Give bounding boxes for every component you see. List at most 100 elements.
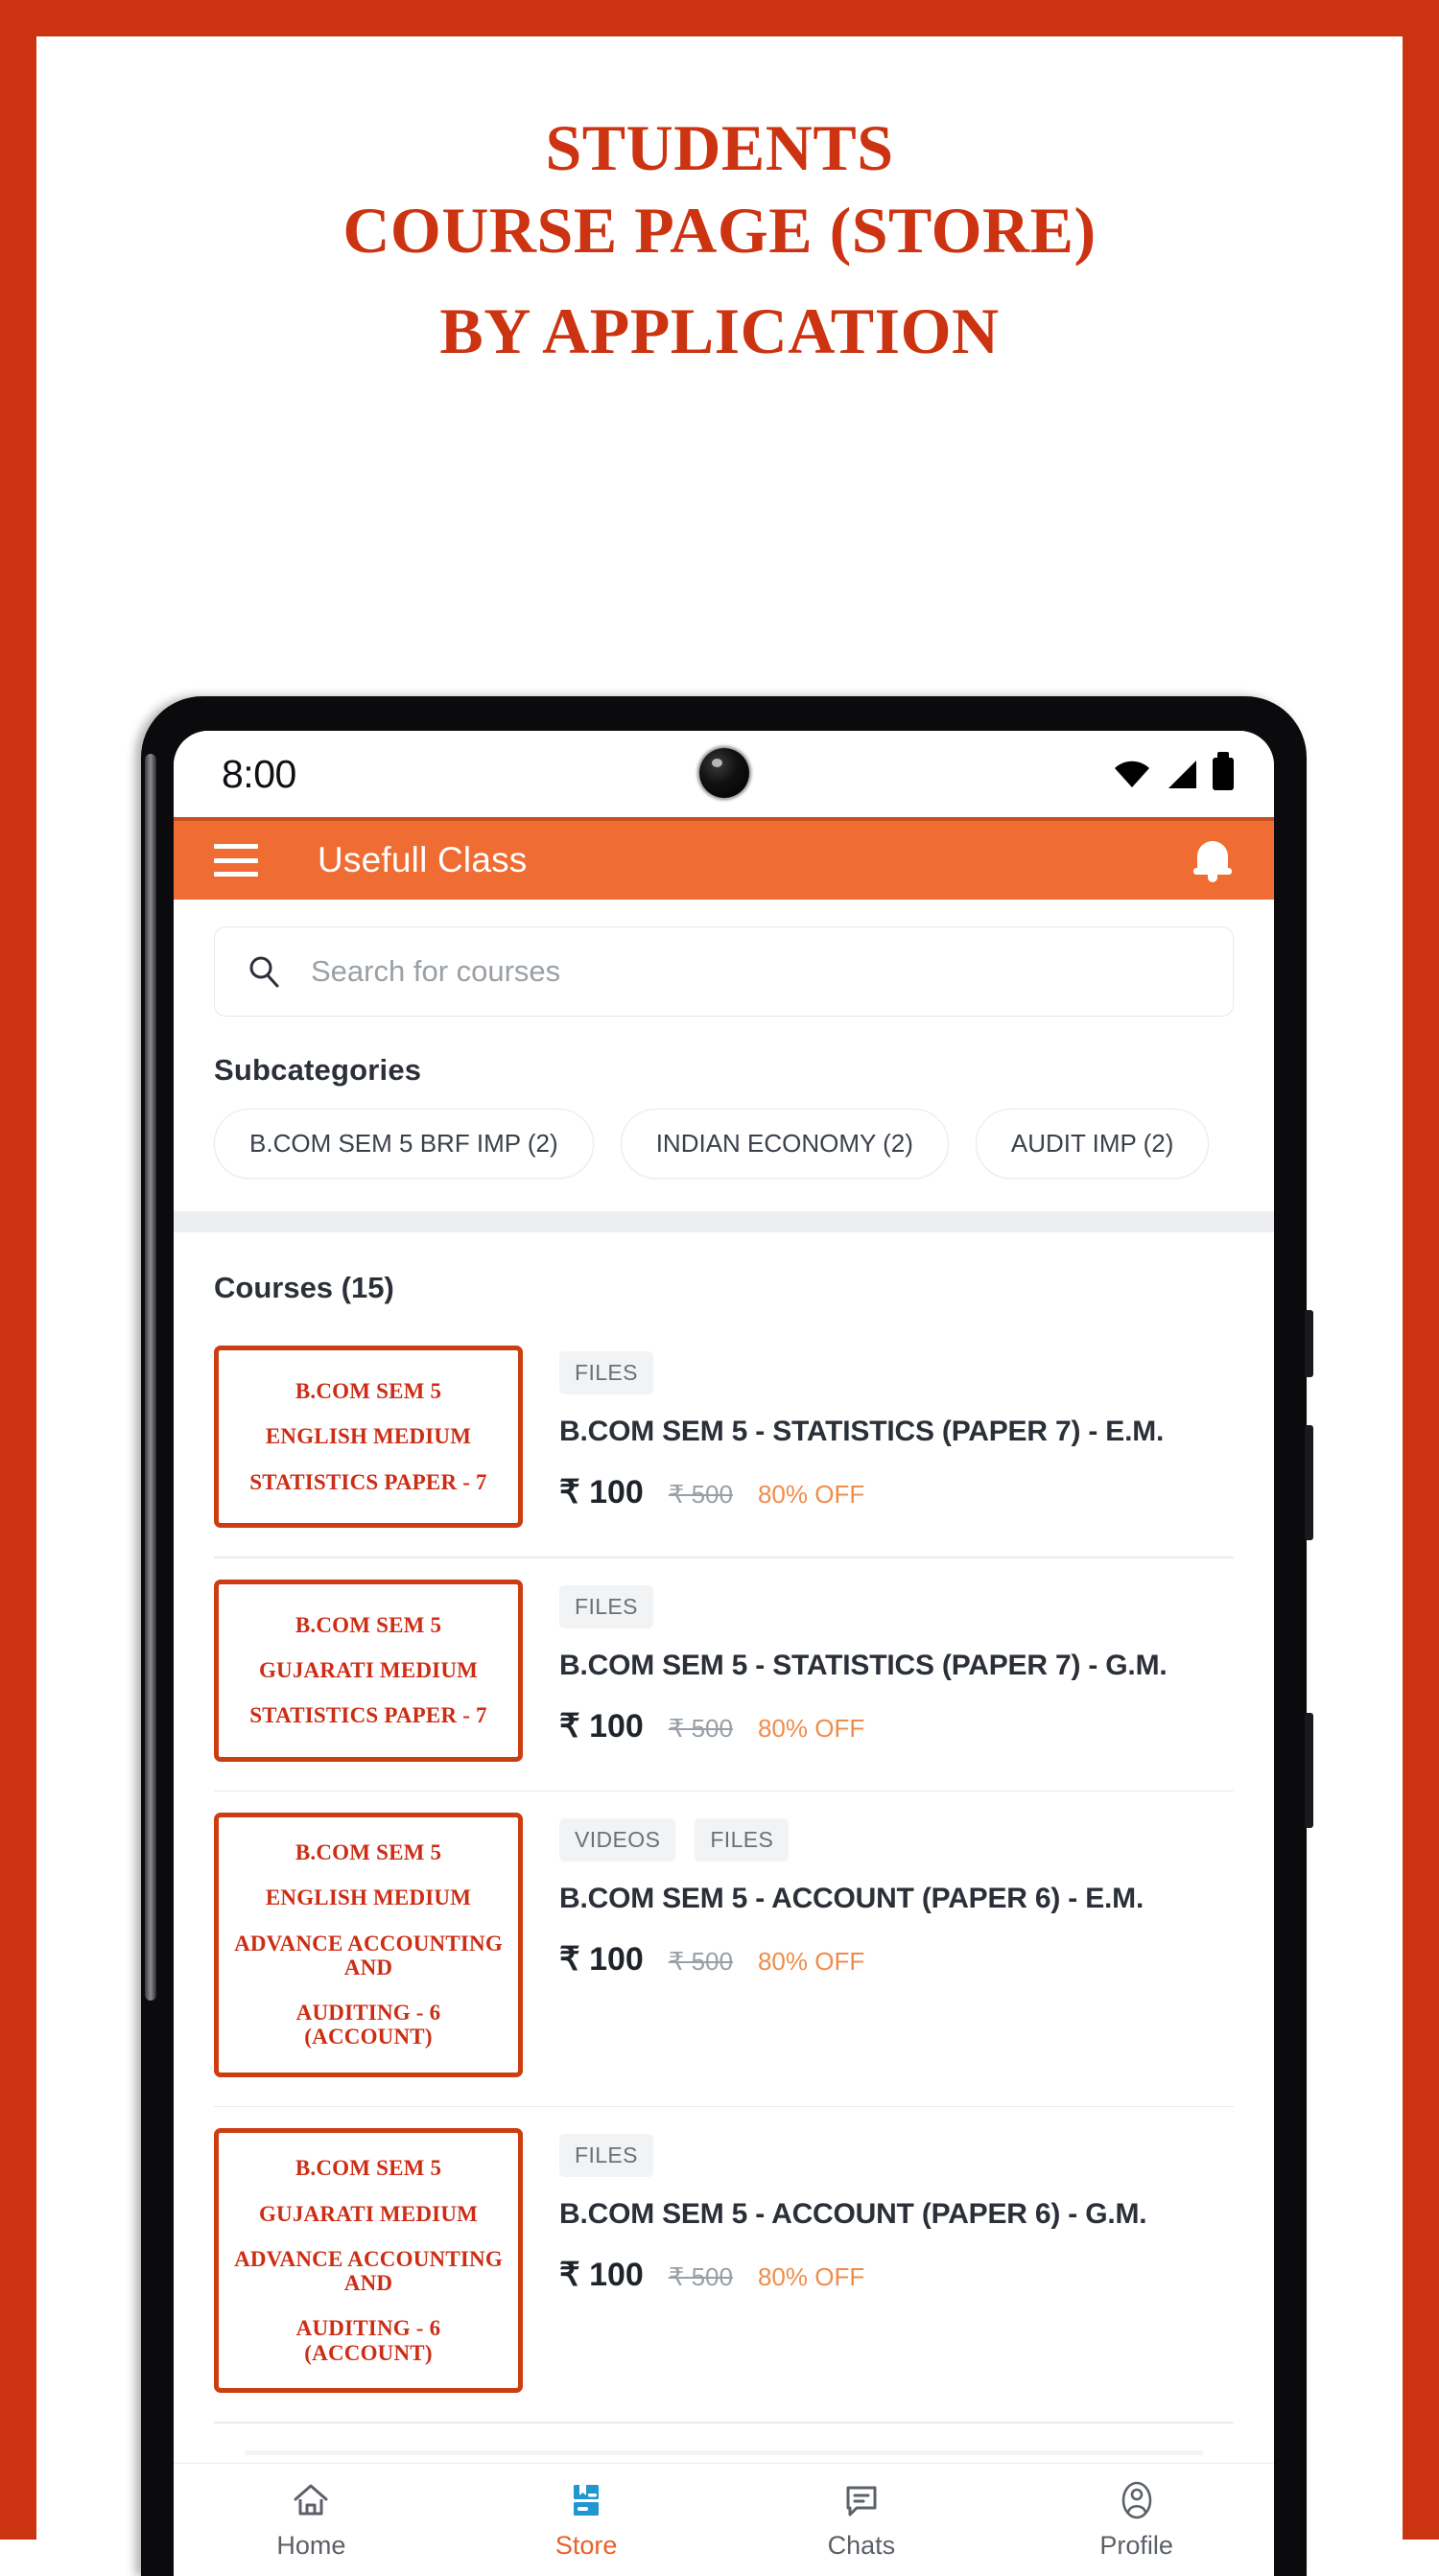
nav-item-chats[interactable]: Chats <box>724 2464 1000 2576</box>
course-info: FILES B.COM SEM 5 - STATISTICS (PAPER 7)… <box>523 1346 1234 1528</box>
promo-line-3: BY APPLICATION <box>439 294 1000 368</box>
course-list-item[interactable]: B.COM SEM 5 ENGLISH MEDIUM ADVANCE ACCOU… <box>174 1791 1274 2077</box>
course-info: VIDEOS FILES B.COM SEM 5 - ACCOUNT (PAPE… <box>523 1813 1234 2077</box>
bottom-navigation-bar: Home Store Chats Profile <box>174 2450 1274 2576</box>
promo-line-2: COURSE PAGE (STORE) <box>342 194 1097 267</box>
course-price: ₹ 100 <box>559 1474 644 1510</box>
phone-button-top <box>1305 1310 1313 1377</box>
search-input-placeholder[interactable]: Search for courses <box>311 954 560 989</box>
subcategory-chip-list[interactable]: B.COM SEM 5 BRF IMP (2) INDIAN ECONOMY (… <box>174 1109 1274 1179</box>
course-list-item[interactable]: B.COM SEM 5 GUJARATI MEDIUM ADVANCE ACCO… <box>174 2107 1274 2394</box>
thumb-line: AUDITING - 6 (ACCOUNT) <box>295 2001 441 2049</box>
thumb-line: STATISTICS PAPER - 7 <box>249 1469 487 1494</box>
course-badges: FILES <box>559 1584 1234 1628</box>
list-divider <box>214 2422 1234 2424</box>
course-list-item[interactable]: B.COM SEM 5 ENGLISH MEDIUM STATISTICS PA… <box>174 1324 1274 1528</box>
nav-item-store[interactable]: Store <box>449 2464 724 2576</box>
course-price: ₹ 100 <box>559 1941 644 1978</box>
course-badges: VIDEOS FILES <box>559 1818 1234 1862</box>
content-type-badge: VIDEOS <box>559 1818 676 1862</box>
course-list-item[interactable]: B.COM SEM 5 GUJARATI MEDIUM STATISTICS P… <box>174 1558 1274 1762</box>
phone-volume-button <box>1305 1713 1313 1828</box>
course-info: FILES B.COM SEM 5 - STATISTICS (PAPER 7)… <box>523 1580 1234 1762</box>
home-icon <box>294 2484 328 2516</box>
subcategory-chip[interactable]: AUDIT IMP (2) <box>975 1109 1210 1179</box>
front-camera-punchhole <box>698 748 749 798</box>
price-row: ₹ 100 ₹ 500 80% OFF <box>559 1473 1234 1511</box>
thumb-line: B.COM SEM 5 <box>295 1840 442 1864</box>
course-thumbnail: B.COM SEM 5 ENGLISH MEDIUM STATISTICS PA… <box>214 1346 523 1528</box>
chat-bubble-icon <box>846 2486 877 2517</box>
search-bar[interactable]: Search for courses <box>214 926 1234 1017</box>
course-badges: FILES <box>559 2134 1234 2178</box>
subcategory-chip[interactable]: INDIAN ECONOMY (2) <box>620 1109 949 1179</box>
course-original-price: ₹ 500 <box>668 2262 733 2292</box>
course-thumbnail: B.COM SEM 5 GUJARATI MEDIUM STATISTICS P… <box>214 1579 523 1762</box>
course-title: B.COM SEM 5 - ACCOUNT (PAPER 6) - E.M. <box>559 1883 1144 1914</box>
nav-item-home[interactable]: Home <box>174 2464 449 2576</box>
price-row: ₹ 100 ₹ 500 80% OFF <box>559 1707 1234 1745</box>
wifi-icon <box>1115 761 1149 787</box>
course-badges: FILES <box>559 1351 1234 1394</box>
store-books-icon <box>574 2485 600 2516</box>
thumb-line: ADVANCE ACCOUNTING AND <box>234 1931 503 1979</box>
courses-header: Courses (15) <box>214 1271 394 1304</box>
phone-device-mockup: 8:00 Usefull Class Search for courses Su… <box>141 696 1313 2576</box>
thumb-line: STATISTICS PAPER - 7 <box>249 1703 487 1728</box>
search-icon <box>249 956 279 988</box>
course-original-price: ₹ 500 <box>668 1480 733 1509</box>
nav-label: Store <box>554 2531 618 2560</box>
course-thumbnail: B.COM SEM 5 GUJARATI MEDIUM ADVANCE ACCO… <box>214 2128 523 2394</box>
nav-label: Home <box>276 2531 346 2560</box>
content-type-badge: FILES <box>559 1584 653 1628</box>
battery-icon <box>1213 752 1234 790</box>
promo-line-1: STUDENTS <box>545 111 894 184</box>
app-title: Usefull Class <box>318 840 528 879</box>
hamburger-menu-icon[interactable] <box>214 844 258 877</box>
course-original-price: ₹ 500 <box>668 1947 733 1976</box>
status-bar: 8:00 <box>174 731 1274 817</box>
bell-icon[interactable] <box>1193 839 1232 882</box>
subcategory-chip[interactable]: B.COM SEM 5 BRF IMP (2) <box>214 1109 594 1179</box>
status-time: 8:00 <box>222 751 296 796</box>
course-title: B.COM SEM 5 - STATISTICS (PAPER 7) - E.M… <box>559 1416 1165 1447</box>
course-price: ₹ 100 <box>559 1707 644 1745</box>
thumb-line: B.COM SEM 5 <box>295 1612 442 1637</box>
thumb-line: ADVANCE ACCOUNTING AND <box>234 2246 503 2296</box>
course-title: B.COM SEM 5 - ACCOUNT (PAPER 6) - G.M. <box>559 2198 1147 2231</box>
thumb-line: ENGLISH MEDIUM <box>265 1885 472 1910</box>
nav-label: Chats <box>827 2531 896 2560</box>
thumb-line: B.COM SEM 5 <box>295 1379 442 1404</box>
phone-side-edge <box>145 754 156 2001</box>
course-thumbnail: B.COM SEM 5 ENGLISH MEDIUM ADVANCE ACCOU… <box>214 1813 523 2077</box>
app-bar: Usefull Class <box>174 817 1274 900</box>
section-divider-band <box>174 1211 1274 1232</box>
course-discount: 80% OFF <box>757 1713 865 1743</box>
thumb-line: B.COM SEM 5 <box>295 2156 442 2181</box>
price-row: ₹ 100 ₹ 500 80% OFF <box>559 2256 1234 2294</box>
thumb-line: AUDITING - 6 (ACCOUNT) <box>295 2316 441 2365</box>
course-discount: 80% OFF <box>757 1480 865 1509</box>
course-discount: 80% OFF <box>757 2262 865 2292</box>
content-type-badge: FILES <box>695 1818 790 1862</box>
course-info: FILES B.COM SEM 5 - ACCOUNT (PAPER 6) - … <box>523 2128 1234 2393</box>
scroll-handle <box>244 2450 1204 2455</box>
thumb-line: ENGLISH MEDIUM <box>265 1424 472 1449</box>
screen-content: Search for courses Subcategories B.COM S… <box>174 900 1274 2576</box>
course-discount: 80% OFF <box>757 1947 865 1976</box>
course-original-price: ₹ 500 <box>668 1713 733 1743</box>
phone-power-button <box>1305 1425 1313 1540</box>
thumb-line: GUJARATI MEDIUM <box>258 2201 479 2226</box>
course-list: B.COM SEM 5 ENGLISH MEDIUM STATISTICS PA… <box>174 1324 1274 2424</box>
nav-item-profile[interactable]: Profile <box>999 2464 1274 2576</box>
phone-screen: 8:00 Usefull Class Search for courses Su… <box>174 731 1274 2576</box>
course-title: B.COM SEM 5 - STATISTICS (PAPER 7) - G.M… <box>559 1649 1168 1681</box>
status-icons <box>1114 752 1234 790</box>
cellular-signal-icon <box>1168 760 1196 788</box>
thumb-line: GUJARATI MEDIUM <box>258 1657 479 1682</box>
nav-label: Profile <box>1099 2531 1173 2560</box>
subcategories-label: Subcategories <box>214 1053 422 1087</box>
content-type-badge: FILES <box>559 2134 653 2178</box>
price-row: ₹ 100 ₹ 500 80% OFF <box>559 1940 1234 1979</box>
person-icon <box>1121 2481 1151 2519</box>
